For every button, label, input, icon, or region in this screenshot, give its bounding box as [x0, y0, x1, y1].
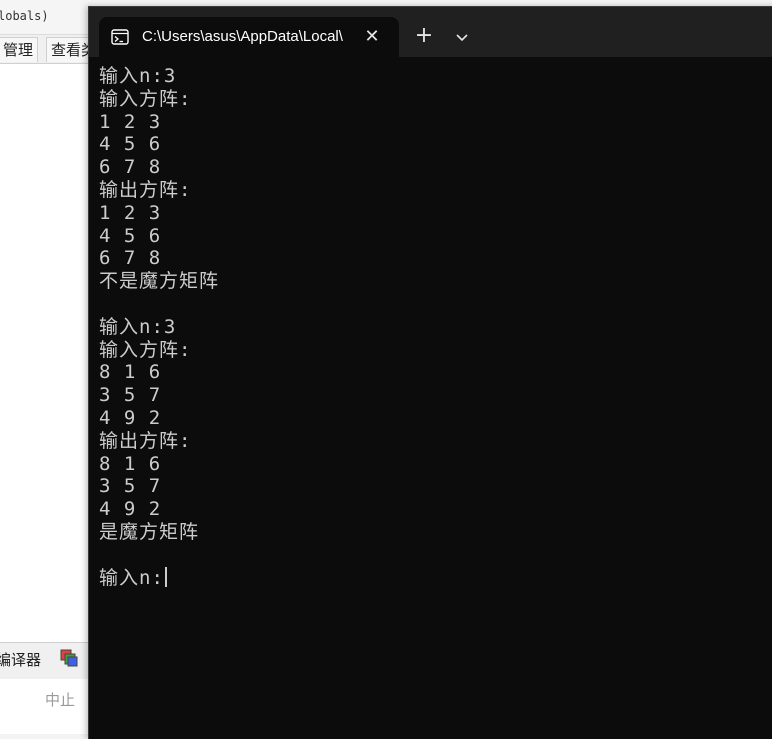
ide-tab-manage[interactable]: 管理 — [0, 37, 39, 62]
chevron-down-icon[interactable] — [447, 23, 477, 53]
console-line: 输入方阵: — [99, 87, 192, 110]
console-app-icon — [111, 29, 129, 45]
console-line: 6 7 8 — [99, 156, 162, 179]
console-line: 输入n:3 — [99, 65, 177, 87]
console-line: 是魔方矩阵 — [99, 520, 200, 543]
terminal-window[interactable]: C:\Users\asus\AppData\Local\ ✕ + 输入n:3 输… — [88, 6, 772, 739]
resource-icon[interactable] — [59, 648, 79, 668]
console-line: 不是魔方矩阵 — [99, 270, 220, 293]
ide-stop-button[interactable]: 中止 — [30, 688, 90, 712]
console-line: 8 1 6 — [99, 361, 162, 384]
terminal-tab-title: C:\Users\asus\AppData\Local\ — [142, 28, 343, 45]
ide-compiler-tab[interactable]: 编译器 — [0, 649, 41, 670]
console-line: 3 5 7 — [99, 475, 162, 498]
new-tab-button[interactable]: + — [409, 23, 439, 53]
console-output[interactable]: 输入n:3 输入方阵: 1 2 3 4 5 6 6 7 8 输出方阵: 1 2 … — [99, 65, 769, 589]
terminal-titlebar[interactable]: C:\Users\asus\AppData\Local\ ✕ + — [89, 7, 772, 57]
console-line: 4 9 2 — [99, 406, 162, 429]
console-line: 1 2 3 — [99, 201, 162, 224]
ide-top-text: lobals) — [0, 9, 49, 23]
terminal-tab[interactable]: C:\Users\asus\AppData\Local\ ✕ — [99, 17, 399, 57]
console-line: 8 1 6 — [99, 452, 162, 475]
console-line: 输入n:3 — [99, 315, 177, 338]
console-line: 3 5 7 — [99, 384, 162, 407]
close-tab-icon[interactable]: ✕ — [361, 26, 383, 48]
console-line: 6 7 8 — [99, 247, 162, 270]
text-cursor — [164, 566, 167, 587]
console-line: 输出方阵: — [99, 429, 192, 452]
console-line: 4 5 6 — [99, 133, 162, 156]
console-line: 输出方阵: — [99, 178, 192, 201]
console-line: 1 2 3 — [99, 110, 162, 133]
console-prompt-line[interactable]: 输入n: — [99, 566, 769, 590]
console-prompt: 输入n: — [99, 566, 164, 589]
console-line: 输入方阵: — [99, 338, 192, 361]
console-line: 4 5 6 — [99, 224, 162, 247]
console-line: 4 9 2 — [99, 498, 162, 521]
